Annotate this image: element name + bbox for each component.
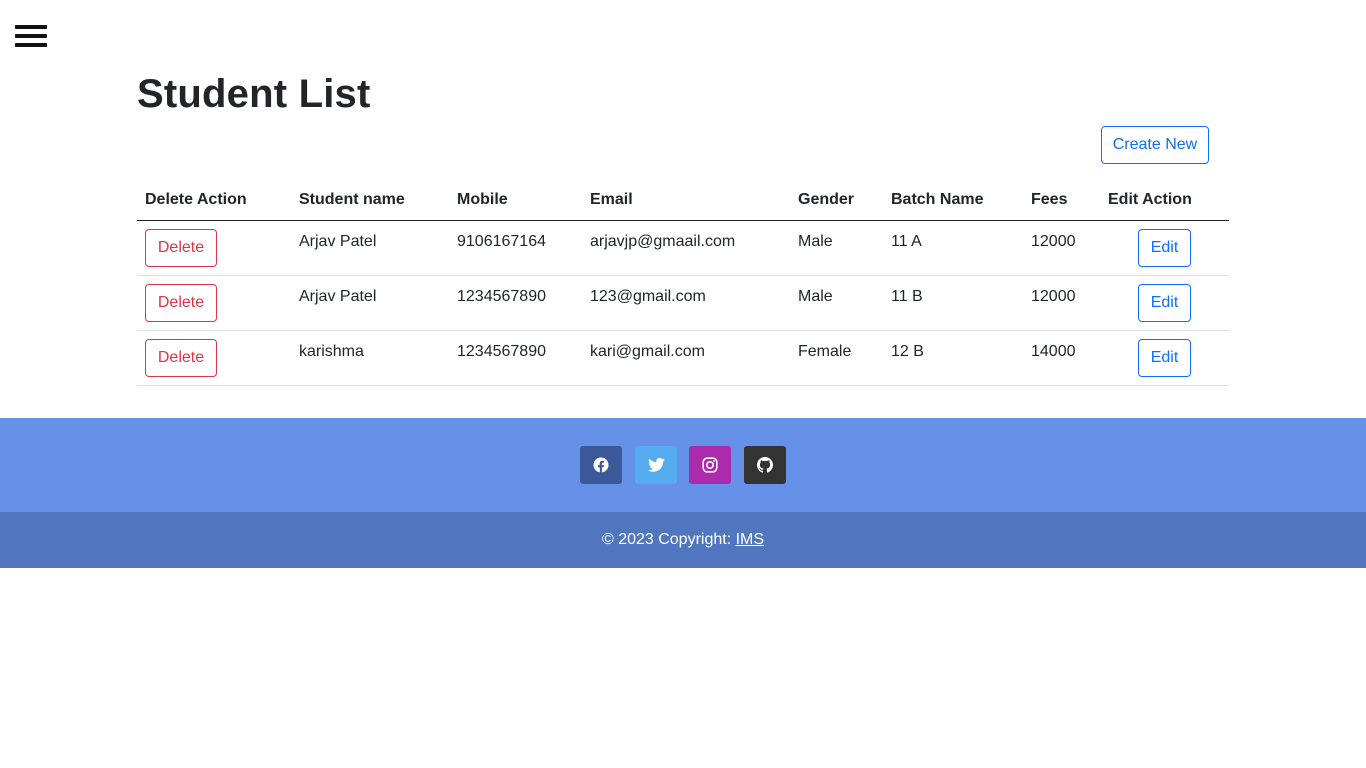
edit-cell: Edit xyxy=(1100,275,1229,331)
column-header-mobile: Mobile xyxy=(449,180,582,221)
table-row: Delete karishma 1234567890 kari@gmail.co… xyxy=(137,330,1229,386)
gender-cell: Male xyxy=(790,220,883,276)
footer-copyright: © 2023 Copyright: IMS xyxy=(0,512,1366,568)
column-header-gender: Gender xyxy=(790,180,883,221)
delete-cell: Delete xyxy=(137,330,291,386)
facebook-button[interactable] xyxy=(580,446,622,484)
column-header-email: Email xyxy=(582,180,790,221)
edit-cell: Edit xyxy=(1100,220,1229,276)
page-title: Student List xyxy=(137,72,371,116)
email-cell: kari@gmail.com xyxy=(582,330,790,386)
delete-cell: Delete xyxy=(137,275,291,331)
fees-cell: 12000 xyxy=(1023,275,1100,331)
copyright-text: © 2023 Copyright: xyxy=(601,531,736,548)
footer-social-section xyxy=(0,418,1366,512)
instagram-icon xyxy=(702,457,718,473)
edit-button[interactable]: Edit xyxy=(1138,284,1191,322)
edit-button[interactable]: Edit xyxy=(1138,229,1191,267)
hamburger-menu-icon[interactable] xyxy=(15,25,47,47)
twitter-icon xyxy=(647,458,665,472)
column-header-student-name: Student name xyxy=(291,180,449,221)
github-button[interactable] xyxy=(744,446,786,484)
student-name-cell: Arjav Patel xyxy=(291,275,449,331)
column-header-edit-action: Edit Action xyxy=(1100,180,1229,221)
email-cell: arjavjp@gmaail.com xyxy=(582,220,790,276)
mobile-cell: 1234567890 xyxy=(449,275,582,331)
table-row: Delete Arjav Patel 1234567890 123@gmail.… xyxy=(137,275,1229,331)
batch-name-cell: 12 B xyxy=(883,330,1023,386)
fees-cell: 12000 xyxy=(1023,220,1100,276)
column-header-delete-action: Delete Action xyxy=(137,180,291,221)
mobile-cell: 9106167164 xyxy=(449,220,582,276)
email-cell: 123@gmail.com xyxy=(582,275,790,331)
ims-link[interactable]: IMS xyxy=(736,531,764,548)
batch-name-cell: 11 B xyxy=(883,275,1023,331)
delete-cell: Delete xyxy=(137,220,291,276)
gender-cell: Male xyxy=(790,275,883,331)
column-header-fees: Fees xyxy=(1023,180,1100,221)
twitter-button[interactable] xyxy=(635,446,677,484)
edit-button[interactable]: Edit xyxy=(1138,339,1191,377)
gender-cell: Female xyxy=(790,330,883,386)
mobile-cell: 1234567890 xyxy=(449,330,582,386)
delete-button[interactable]: Delete xyxy=(145,229,217,267)
batch-name-cell: 11 A xyxy=(883,220,1023,276)
menu-bar xyxy=(15,43,47,47)
instagram-button[interactable] xyxy=(689,446,731,484)
column-header-batch-name: Batch Name xyxy=(883,180,1023,221)
table-header-row: Delete Action Student name Mobile Email … xyxy=(137,180,1229,221)
table-row: Delete Arjav Patel 9106167164 arjavjp@gm… xyxy=(137,220,1229,276)
github-icon xyxy=(757,457,773,473)
student-table: Delete Action Student name Mobile Email … xyxy=(137,180,1229,386)
facebook-icon xyxy=(593,457,609,473)
menu-bar xyxy=(15,34,47,38)
delete-button[interactable]: Delete xyxy=(145,339,217,377)
edit-cell: Edit xyxy=(1100,330,1229,386)
create-new-button[interactable]: Create New xyxy=(1101,126,1209,164)
fees-cell: 14000 xyxy=(1023,330,1100,386)
student-name-cell: karishma xyxy=(291,330,449,386)
delete-button[interactable]: Delete xyxy=(145,284,217,322)
menu-bar xyxy=(15,25,47,29)
student-name-cell: Arjav Patel xyxy=(291,220,449,276)
